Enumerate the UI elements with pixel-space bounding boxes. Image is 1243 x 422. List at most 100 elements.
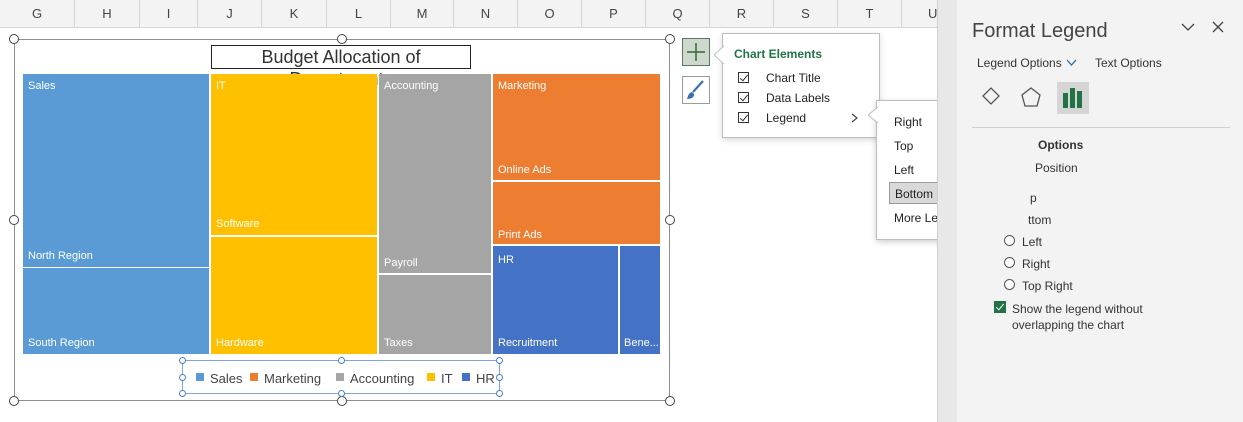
column-header[interactable]: U	[902, 0, 940, 28]
legend-swatch-sales	[196, 373, 204, 381]
paint-bucket-icon	[982, 87, 1000, 105]
legend-swatch-accounting	[336, 373, 344, 381]
legend-handle[interactable]	[496, 374, 503, 381]
tile-child-label: Print Ads	[498, 229, 543, 241]
column-header[interactable]: L	[327, 0, 391, 28]
options-section-header[interactable]: Options	[1038, 138, 1083, 152]
data-labels-checkbox[interactable]	[738, 92, 749, 103]
tile-child-label: Bene...	[624, 337, 659, 349]
legend-swatch-it	[427, 373, 435, 381]
column-header[interactable]: T	[838, 0, 902, 28]
column-header[interactable]: R	[710, 0, 774, 28]
legend-entry-marketing: Marketing	[264, 371, 322, 386]
legend-swatch-hr	[462, 373, 470, 381]
close-icon[interactable]	[1212, 21, 1224, 33]
tile-parent-label: HR	[498, 254, 514, 266]
resize-handle[interactable]	[9, 215, 19, 225]
position-right-label: Right	[1022, 257, 1051, 271]
column-header[interactable]: M	[391, 0, 454, 28]
legend-swatch-marketing	[250, 373, 258, 381]
position-left-label: Left	[1022, 235, 1043, 249]
column-header[interactable]: S	[774, 0, 838, 28]
data-labels-option-label: Data Labels	[766, 91, 831, 105]
legend-handle[interactable]	[179, 390, 186, 397]
plus-icon	[687, 43, 705, 61]
position-top-right-label: Top Right	[1022, 279, 1073, 293]
treemap-tile-north-region[interactable]: Sales North Region	[23, 74, 209, 267]
column-header[interactable]: P	[582, 0, 646, 28]
chart-styles-button[interactable]	[682, 76, 710, 104]
chart-title-checkbox[interactable]	[738, 72, 749, 83]
tile-parent-label: IT	[216, 80, 226, 92]
column-header[interactable]: Q	[646, 0, 710, 28]
resize-handle[interactable]	[665, 396, 675, 406]
legend-option[interactable]: Legend	[738, 111, 868, 127]
legend-entry-sales: Sales	[210, 371, 243, 386]
vertical-scrollbar[interactable]	[937, 0, 957, 422]
legend-checkbox[interactable]	[738, 112, 749, 123]
no-overlap-checkbox[interactable]	[994, 301, 1006, 313]
tile-child-label: Taxes	[384, 337, 413, 349]
legend-entry-hr: HR	[476, 371, 495, 386]
column-header[interactable]: O	[518, 0, 582, 28]
treemap-tile-south-region[interactable]: South Region	[23, 268, 209, 354]
chart-elements-title: Chart Elements	[734, 47, 823, 61]
treemap-tile-hardware[interactable]: Hardware	[211, 237, 377, 354]
pane-divider	[972, 127, 1230, 128]
column-header[interactable]: I	[140, 0, 198, 28]
legend-entry-accounting: Accounting	[350, 371, 415, 386]
data-labels-option[interactable]: Data Labels	[738, 91, 868, 107]
chart-elements-button[interactable]	[682, 38, 710, 66]
position-bottom-label: ttom	[1028, 213, 1052, 227]
treemap-tile-recruitment[interactable]: HR Recruitment	[493, 246, 618, 354]
position-top-right-radio[interactable]	[1004, 279, 1015, 290]
column-header[interactable]: H	[75, 0, 140, 28]
tile-child-label: Recruitment	[498, 337, 558, 349]
legend-handle[interactable]	[179, 374, 186, 381]
fill-line-tab[interactable]	[977, 82, 1009, 114]
treemap-tile-online-ads[interactable]: Marketing Online Ads	[493, 74, 660, 180]
legend-options-tab[interactable]	[1057, 82, 1089, 114]
chart-title-option[interactable]: Chart Title	[738, 71, 868, 87]
brush-icon	[687, 80, 704, 99]
treemap-tile-print-ads[interactable]: Print Ads	[493, 182, 660, 244]
resize-handle[interactable]	[9, 34, 19, 44]
column-header[interactable]: N	[454, 0, 518, 28]
treemap-tile-software[interactable]: IT Software	[211, 74, 377, 235]
resize-handle[interactable]	[9, 396, 19, 406]
position-top-label: p	[1030, 191, 1037, 205]
legend-entry-it: IT	[441, 371, 453, 386]
chevron-right-icon[interactable]	[851, 113, 859, 123]
column-header[interactable]: J	[198, 0, 262, 28]
resize-handle[interactable]	[337, 396, 347, 406]
resize-handle[interactable]	[337, 34, 347, 44]
chevron-down-icon[interactable]	[1066, 59, 1077, 67]
tile-child-label: Payroll	[384, 257, 418, 269]
tab-legend-options[interactable]: Legend Options	[977, 56, 1062, 70]
effects-tab[interactable]	[1015, 82, 1047, 114]
chart-title-option-label: Chart Title	[766, 71, 821, 85]
chart-title[interactable]: Budget Allocation of Departments	[211, 45, 471, 89]
tab-text-options[interactable]: Text Options	[1095, 56, 1162, 70]
legend-handle[interactable]	[338, 357, 345, 364]
resize-handle[interactable]	[665, 215, 675, 225]
column-headers: G H I J K L M N O P Q R S T U	[0, 0, 940, 28]
pentagon-icon	[1021, 87, 1041, 107]
column-header[interactable]: K	[262, 0, 327, 28]
tile-child-label: Software	[216, 218, 260, 230]
legend-handle[interactable]	[496, 390, 503, 397]
resize-handle[interactable]	[665, 34, 675, 44]
column-header[interactable]: G	[0, 0, 75, 28]
legend-handle[interactable]	[338, 390, 345, 397]
treemap-tile-taxes[interactable]: Taxes	[379, 275, 491, 354]
position-subheader[interactable]: Position	[1035, 161, 1078, 175]
format-legend-pane: Format Legend Legend Options Text Option…	[957, 0, 1243, 422]
position-right-radio[interactable]	[1004, 257, 1015, 268]
treemap-tile-payroll[interactable]: Accounting Payroll	[379, 74, 491, 273]
legend-handle[interactable]	[179, 357, 186, 364]
tile-parent-label: Marketing	[498, 80, 547, 92]
position-left-radio[interactable]	[1004, 235, 1015, 246]
treemap-tile-benefits[interactable]: Bene...	[620, 246, 660, 354]
chevron-down-icon[interactable]	[1181, 22, 1195, 32]
legend-handle[interactable]	[496, 357, 503, 364]
